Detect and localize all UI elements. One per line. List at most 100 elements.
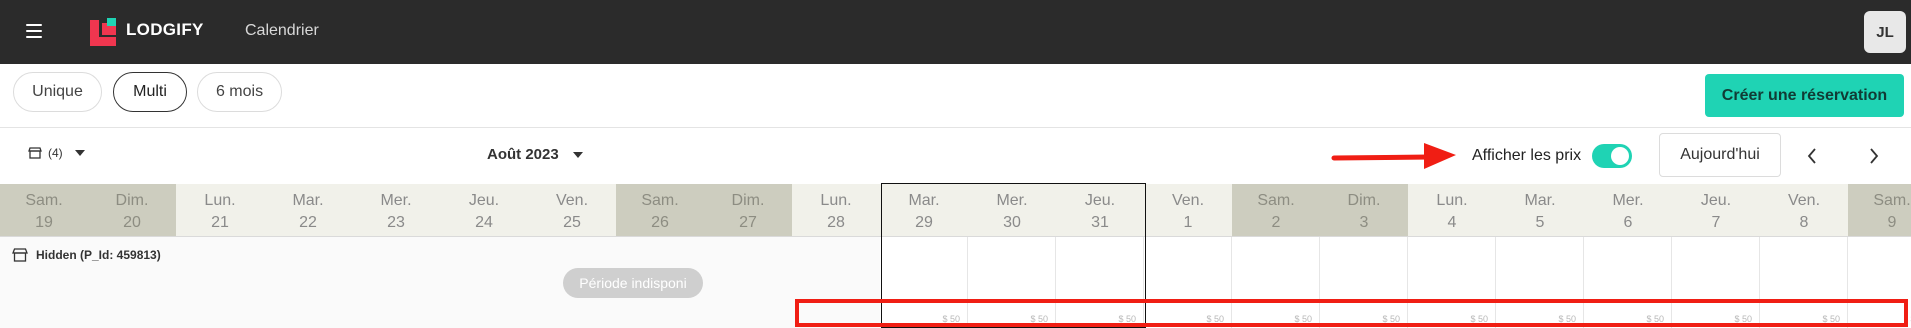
day-of-week: Sam. xyxy=(641,192,679,209)
day-of-week: Ven. xyxy=(555,192,589,209)
day-number: 26 xyxy=(651,214,669,231)
day-column: Sam. 9 $ 50 xyxy=(1848,184,1911,328)
day-price: $ 50 xyxy=(1822,314,1840,324)
day-cell[interactable] xyxy=(176,237,264,328)
day-of-week: Sam. xyxy=(25,192,63,209)
day-column: Jeu. 24 xyxy=(440,184,528,328)
day-of-week: Jeu. xyxy=(1084,192,1116,209)
property-row-label[interactable]: Hidden (P_Id: 459813) xyxy=(12,248,161,262)
day-header: Lun. 21 xyxy=(176,184,264,237)
view-tab-6-months[interactable]: 6 mois xyxy=(197,72,282,112)
day-cell[interactable]: $ 50 xyxy=(1408,237,1496,328)
day-header: Dim. 20 xyxy=(88,184,176,237)
day-header: Ven. 8 xyxy=(1760,184,1848,237)
day-cell[interactable] xyxy=(264,237,352,328)
day-number: 7 xyxy=(1711,214,1721,231)
day-cell[interactable] xyxy=(352,237,440,328)
house-icon xyxy=(12,248,28,262)
day-header: Mar. 22 xyxy=(264,184,352,237)
day-number: 27 xyxy=(739,214,757,231)
day-column: Ven. 8 $ 50 xyxy=(1760,184,1848,328)
page-title: Calendrier xyxy=(245,22,319,39)
day-column: Lun. 28 xyxy=(792,184,880,328)
day-header: Jeu. 24 xyxy=(440,184,528,237)
day-price: $ 50 xyxy=(1118,314,1136,324)
day-cell[interactable]: $ 50 xyxy=(1584,237,1672,328)
annotation-arrow-icon xyxy=(1331,143,1456,169)
day-column: Dim. 3 $ 50 xyxy=(1320,184,1408,328)
brand-name: LODGIFY xyxy=(126,20,204,39)
day-column: Ven. 25 xyxy=(528,184,616,328)
show-prices-label: Afficher les prix xyxy=(1472,147,1582,164)
day-of-week: Sam. xyxy=(1873,192,1911,209)
day-price: $ 50 xyxy=(1030,314,1048,324)
day-header: Lun. 4 xyxy=(1408,184,1496,237)
property-count: (4) xyxy=(48,146,63,160)
chevron-left-icon xyxy=(1807,148,1816,164)
day-header: Ven. 25 xyxy=(528,184,616,237)
day-cell[interactable]: $ 50 xyxy=(1056,237,1144,328)
day-cell[interactable]: $ 50 xyxy=(880,237,968,328)
day-price: $ 50 xyxy=(1734,314,1752,324)
today-button[interactable]: Aujourd'hui xyxy=(1659,133,1781,177)
day-header: Jeu. 7 xyxy=(1672,184,1760,237)
month-selector[interactable]: Août 2023 xyxy=(487,146,583,163)
day-number: 25 xyxy=(563,214,581,231)
day-number: 31 xyxy=(1091,214,1109,231)
caret-down-icon xyxy=(572,151,583,158)
day-column: Jeu. 31 $ 50 xyxy=(1056,184,1144,328)
day-of-week: Mar. xyxy=(1524,192,1556,209)
day-number: 22 xyxy=(299,214,317,231)
blocked-period-badge[interactable]: Période indisponi xyxy=(563,268,703,298)
view-tab-unique[interactable]: Unique xyxy=(13,72,102,112)
day-column: Mer. 30 $ 50 xyxy=(968,184,1056,328)
prev-button[interactable] xyxy=(1798,142,1826,170)
day-of-week: Mer. xyxy=(996,192,1028,209)
menu-icon[interactable] xyxy=(26,24,42,38)
user-avatar[interactable]: JL xyxy=(1864,11,1906,53)
day-of-week: Ven. xyxy=(1171,192,1205,209)
day-header: Jeu. 31 xyxy=(1056,184,1144,237)
day-header: Mer. 30 xyxy=(968,184,1056,237)
day-cell[interactable]: $ 50 xyxy=(1760,237,1848,328)
day-price: $ 50 xyxy=(1646,314,1664,324)
day-cell[interactable]: $ 50 xyxy=(1320,237,1408,328)
day-number: 28 xyxy=(827,214,845,231)
day-number: 29 xyxy=(915,214,933,231)
day-number: 8 xyxy=(1799,214,1809,231)
next-button[interactable] xyxy=(1860,142,1888,170)
day-header: Sam. 2 xyxy=(1232,184,1320,237)
day-cell[interactable]: $ 50 xyxy=(1232,237,1320,328)
day-price: $ 50 xyxy=(1558,314,1576,324)
day-header: Mar. 5 xyxy=(1496,184,1584,237)
day-of-week: Lun. xyxy=(820,192,852,209)
day-cell[interactable]: $ 50 xyxy=(1144,237,1232,328)
day-cell[interactable] xyxy=(440,237,528,328)
day-of-week: Mer. xyxy=(380,192,412,209)
calendar-controls: (4) Août 2023 Afficher les prix Aujourd'… xyxy=(0,128,1911,184)
day-price: $ 50 xyxy=(942,314,960,324)
day-number: 21 xyxy=(211,214,229,231)
day-number: 1 xyxy=(1183,214,1193,231)
day-cell[interactable]: $ 50 xyxy=(1672,237,1760,328)
day-cell[interactable]: $ 50 xyxy=(968,237,1056,328)
day-of-week: Jeu. xyxy=(468,192,500,209)
day-column: Sam. 26 xyxy=(616,184,704,328)
day-number: 3 xyxy=(1359,214,1369,231)
day-number: 30 xyxy=(1003,214,1021,231)
day-cell[interactable] xyxy=(792,237,880,328)
day-header: Dim. 3 xyxy=(1320,184,1408,237)
day-column: Mar. 29 $ 50 xyxy=(880,184,968,328)
day-cell[interactable] xyxy=(704,237,792,328)
day-cell[interactable]: $ 50 xyxy=(1496,237,1584,328)
view-tab-multi[interactable]: Multi xyxy=(113,72,187,112)
day-header: Mer. 23 xyxy=(352,184,440,237)
day-cell[interactable]: $ 50 xyxy=(1848,237,1911,328)
calendar-grid: Sam. 19 Dim. 20 Lun. 21 Mar. 22 Mer. 23 Jeu. 24 Ven.… xyxy=(0,184,1911,328)
show-prices-toggle[interactable] xyxy=(1592,144,1632,168)
day-price: $ 50 xyxy=(1294,314,1312,324)
day-of-week: Dim. xyxy=(115,192,149,209)
property-filter-dropdown[interactable]: (4) xyxy=(28,146,85,160)
day-column: Dim. 27 xyxy=(704,184,792,328)
create-reservation-button[interactable]: Créer une réservation xyxy=(1705,74,1904,117)
